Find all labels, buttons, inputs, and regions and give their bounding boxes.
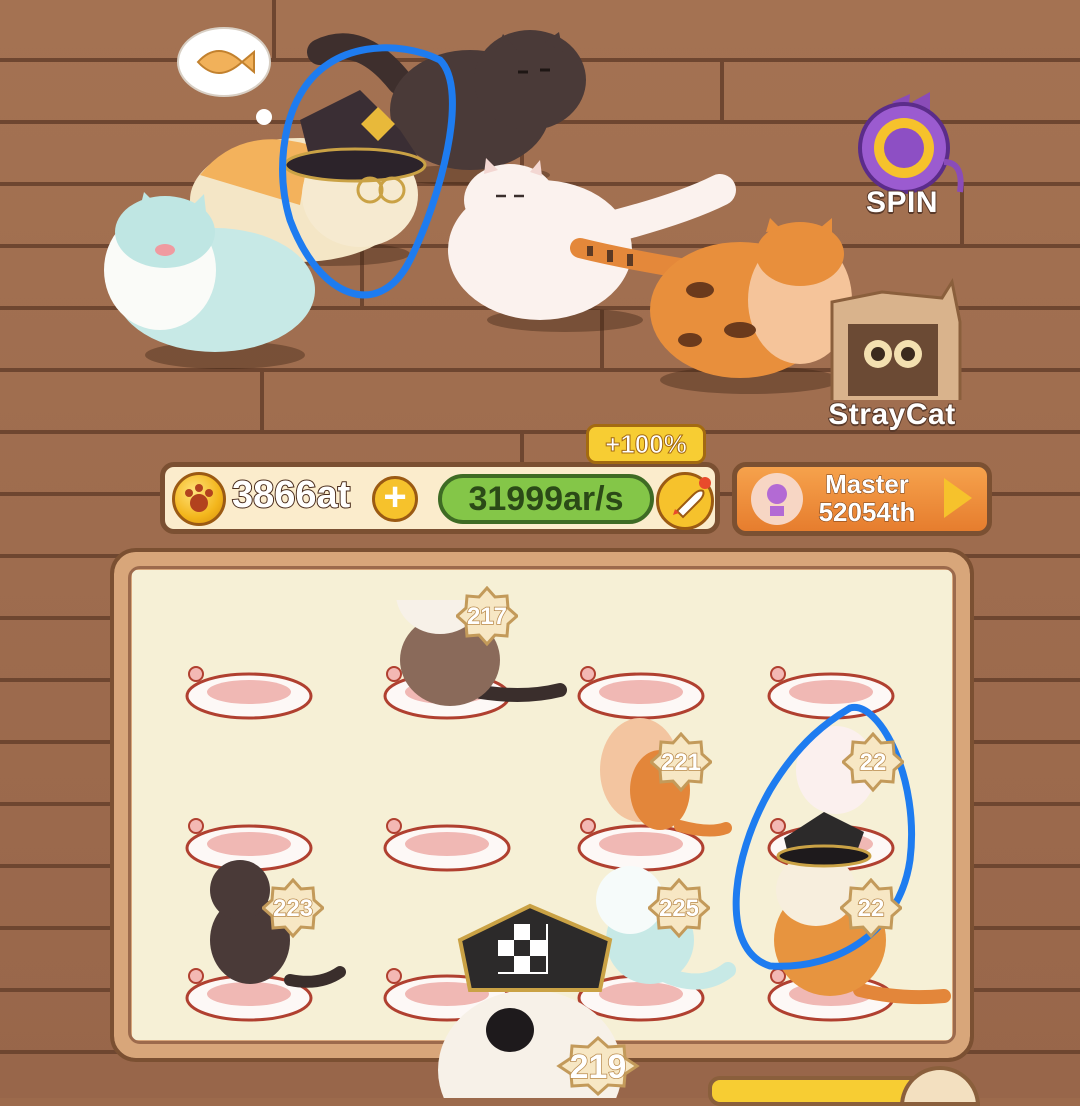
- level-badge: 221: [648, 731, 714, 794]
- stray-cat-label: StrayCat: [827, 397, 956, 432]
- rank-label: Master 52054th: [808, 469, 926, 527]
- add-coins-button[interactable]: +: [372, 476, 418, 522]
- trophy-icon: [751, 473, 803, 525]
- board-slots: [185, 600, 951, 1098]
- boost-badge: +100%: [586, 424, 706, 464]
- cat-bed-slot[interactable]: [185, 665, 313, 720]
- level-number: 217: [466, 602, 508, 631]
- level-number: 221: [660, 748, 702, 777]
- coin-balance: 3866at: [231, 473, 351, 517]
- stray-cat-button[interactable]: StrayCat: [812, 272, 972, 438]
- cat-bed-slot[interactable]: [767, 665, 895, 720]
- level-number: 219: [569, 1047, 627, 1087]
- play-arrow-icon: [944, 478, 972, 518]
- stray-cat-box-icon: [830, 278, 962, 404]
- income-rate: 31999ar/s: [438, 474, 654, 524]
- level-number: 22: [859, 748, 887, 777]
- plus-icon: +: [383, 475, 407, 519]
- rank-title: Master: [825, 469, 910, 499]
- fish-thought-icon: [177, 27, 272, 125]
- level-badge: 223: [260, 877, 326, 940]
- rank-value: 52054th: [818, 497, 916, 527]
- level-badge: 219: [556, 1035, 640, 1098]
- paw-coin-icon: [172, 472, 226, 526]
- rocket-boost-button[interactable]: [656, 472, 714, 530]
- level-number: 225: [658, 894, 700, 923]
- cat-bed-slot[interactable]: [383, 817, 511, 872]
- level-number: 223: [272, 894, 314, 923]
- cat-bed-slot[interactable]: [577, 665, 705, 720]
- level-badge: 217: [454, 585, 520, 648]
- level-badge: 22: [838, 877, 904, 940]
- level-number: 22: [857, 894, 885, 923]
- spin-button[interactable]: SPIN: [832, 92, 972, 224]
- level-badge: 225: [646, 877, 712, 940]
- spin-label: SPIN: [865, 185, 939, 220]
- level-badge: 22: [840, 731, 906, 794]
- rocket-icon: [673, 477, 711, 519]
